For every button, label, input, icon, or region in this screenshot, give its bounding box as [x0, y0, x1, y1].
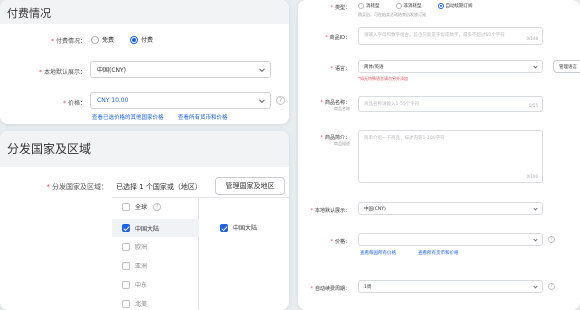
product-id-input[interactable]: 请输入字母和数字组合，首位只能是字母或数字，最多不超过60个字符 0/148: [358, 27, 543, 45]
type-description: 购买后，可在拍卖活动结束后发放订阅: [358, 12, 426, 17]
manage-language-button[interactable]: 管理语言: [553, 60, 580, 73]
checkbox-icon: [122, 299, 130, 308]
region-item-europe[interactable]: 欧洲: [122, 242, 147, 251]
distribution-label: * 分发国家及区域：: [46, 183, 109, 191]
type-auto-renew-option[interactable]: 自动续期订阅: [437, 3, 473, 9]
product-id-label: * 商品ID：: [325, 35, 350, 41]
pay-type-free-option[interactable]: 免费: [91, 35, 114, 44]
renew-period-select[interactable]: 1周: [358, 280, 543, 293]
chevron-down-icon: [533, 236, 538, 242]
checkbox-checked-icon: [122, 224, 130, 232]
pay-type-radio-group: 免费 付费: [91, 35, 153, 44]
currency-label: * 本地默认展示：: [38, 69, 86, 76]
radio-icon: [358, 3, 364, 9]
chevron-down-icon: [259, 65, 265, 72]
product-form-card: * 类型： 消耗型 非消耗型 自动续期订阅 购买后，可在拍卖活动结束后发放订阅 *…: [298, 0, 580, 310]
type-radio-group: 消耗型 非消耗型 自动续期订阅: [358, 3, 473, 9]
product-name-input[interactable]: 商品名称请输入1-55个字符 0/55: [358, 96, 543, 112]
region-item-north-america[interactable]: 北美: [122, 299, 147, 308]
checkbox-icon: [122, 202, 130, 211]
other-country-price-link[interactable]: 查看已选价格的其他国家价格: [92, 113, 164, 121]
payment-card: 付费情况 * 付费情况： 免费 付费 * 本地默认展示： 中国(CNY) * 价格： …: [0, 0, 289, 124]
product-name-sublabel: 商品名称: [334, 106, 350, 111]
chevron-down-icon: [533, 63, 538, 69]
pay-type-paid-option[interactable]: 付费: [130, 35, 153, 44]
language-hint: *如无特殊语言请勿另外添加: [358, 76, 408, 81]
checkbox-icon: [122, 261, 130, 270]
manage-regions-button[interactable]: 管理国家及地区: [215, 177, 285, 195]
checkbox-icon: [122, 242, 130, 251]
language-select[interactable]: 简体/英语: [358, 60, 543, 73]
help-icon[interactable]: ?: [548, 236, 555, 243]
product-intro-sublabel: 商品描述: [334, 141, 350, 146]
radio-selected-icon: [437, 3, 444, 9]
right-currency-select[interactable]: 中国(CNY): [358, 202, 543, 215]
help-icon[interactable]: ?: [548, 283, 555, 290]
region-item-mainland-china[interactable]: 中国大陆: [112, 219, 199, 237]
type-consumable-option[interactable]: 消耗型: [358, 3, 380, 9]
help-icon[interactable]: ?: [276, 96, 285, 105]
selected-region-mainland-china[interactable]: 中国大陆: [220, 223, 257, 232]
checkbox-icon: [122, 280, 130, 289]
payment-card-title: 付费情况: [0, 0, 289, 24]
distribution-card-title: 分发国家及区域: [0, 131, 289, 167]
right-currency-label: * 本地默认展示：: [310, 208, 350, 214]
language-label: * 语言：: [330, 66, 350, 72]
price-label: * 价格：: [62, 100, 86, 107]
renew-period-label: * 自动续费周期：: [310, 286, 350, 292]
type-non-consumable-option[interactable]: 非消耗型: [395, 3, 422, 9]
currency-select[interactable]: 中国(CNY): [90, 61, 271, 78]
price-select[interactable]: CNY 10.00: [90, 92, 271, 109]
radio-selected-icon: [130, 35, 139, 44]
product-intro-textarea[interactable]: 简单介绍一下商品，描述内容1-100字符 0/100: [358, 130, 543, 183]
chevron-down-icon: [533, 205, 538, 211]
right-price-all-currencies-link[interactable]: 查看所有货币和价格: [418, 250, 459, 256]
product-intro-counter: 0/100: [526, 174, 538, 179]
right-price-all-countries-link[interactable]: 查看每国所有价格: [360, 250, 396, 256]
distribution-summary: 已选择 1 个国家或（地区）: [116, 183, 202, 191]
product-intro-label: * 商品简介：: [320, 135, 350, 141]
product-name-label: * 商品名称：: [320, 100, 350, 106]
chevron-down-icon: [533, 283, 538, 289]
checkbox-checked-icon: [220, 223, 228, 232]
distribution-card: 分发国家及区域 * 分发国家及区域： 已选择 1 个国家或（地区） 管理国家及地区…: [0, 131, 289, 310]
radio-icon: [91, 35, 99, 44]
all-currency-price-link[interactable]: 查看所有货币和价格: [178, 113, 228, 121]
help-icon[interactable]: ?: [153, 202, 162, 211]
type-label: * 类型：: [330, 5, 350, 11]
chevron-down-icon: [259, 96, 265, 103]
product-id-counter: 0/148: [526, 36, 538, 41]
right-price-select[interactable]: [358, 233, 543, 246]
region-item-middle-east[interactable]: 中东: [122, 280, 147, 289]
pay-type-label: * 付费情况：: [50, 38, 86, 45]
radio-icon: [395, 3, 402, 9]
region-item-global[interactable]: 全球 ?: [122, 202, 162, 211]
region-picker: 全球 ? 中国大陆 欧洲 亚洲 中东 北美 中国大陆: [112, 197, 289, 310]
region-item-asia[interactable]: 亚洲: [122, 261, 147, 270]
right-price-label: * 价格：: [330, 239, 350, 245]
region-list: 全球 ? 中国大陆 欧洲 亚洲 中东 北美: [112, 198, 199, 310]
product-name-counter: 0/55: [529, 103, 538, 108]
